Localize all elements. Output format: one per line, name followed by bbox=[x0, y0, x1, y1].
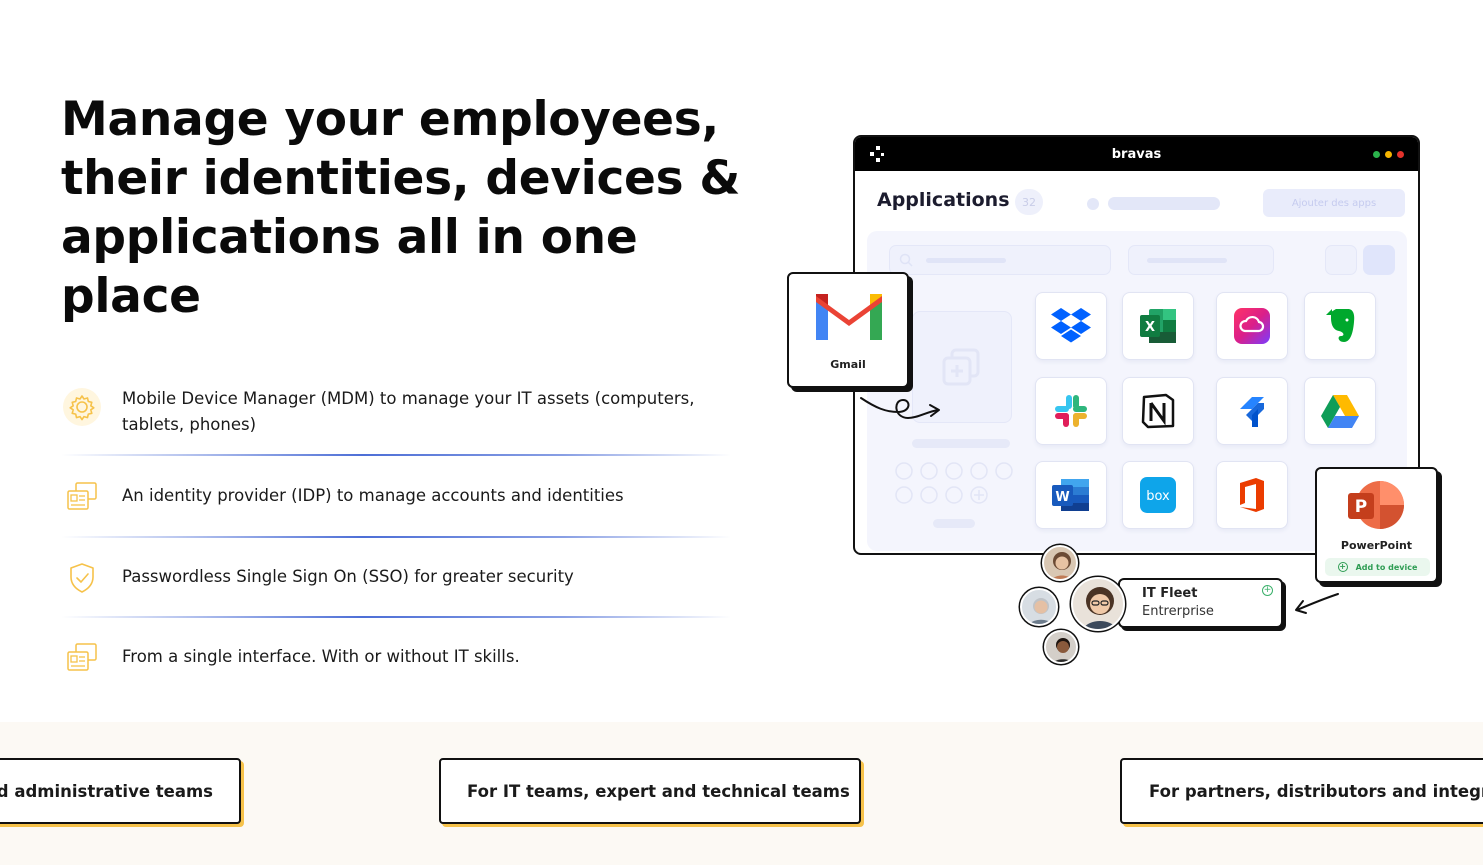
powerpoint-app-card: P PowerPoint + Add to device bbox=[1315, 467, 1438, 583]
google-drive-icon bbox=[1321, 395, 1359, 428]
feature-text: An identity provider (IDP) to manage acc… bbox=[122, 486, 624, 505]
avatar bbox=[1020, 588, 1058, 626]
placeholder-avatars bbox=[895, 462, 1013, 504]
bravas-logo-icon bbox=[870, 146, 884, 162]
powerpoint-icon: P bbox=[1348, 481, 1404, 529]
evernote-icon bbox=[1326, 309, 1355, 342]
tab-label: nd administrative teams bbox=[0, 781, 213, 801]
dropbox-tile bbox=[1035, 292, 1107, 360]
tab-partners[interactable]: For partners, distributors and integra bbox=[1120, 758, 1483, 824]
avatar bbox=[1071, 577, 1125, 631]
tab-label: For partners, distributors and integra bbox=[1149, 781, 1483, 801]
app-count-badge: 32 bbox=[1015, 189, 1043, 215]
placeholder-bar bbox=[912, 439, 1010, 448]
placeholder-dot bbox=[1087, 198, 1099, 210]
search-input-placeholder bbox=[889, 245, 1111, 275]
word-icon: W bbox=[1052, 479, 1089, 511]
gmail-icon bbox=[816, 294, 882, 340]
tab-label: For IT teams, expert and technical teams bbox=[467, 781, 850, 801]
creative-cloud-icon bbox=[1234, 308, 1270, 344]
word-tile: W bbox=[1035, 461, 1107, 529]
plus-circle-icon: + bbox=[1262, 585, 1273, 596]
fleet-title: IT Fleet bbox=[1142, 586, 1198, 601]
add-to-device-label: Add to device bbox=[1355, 562, 1418, 572]
creative-cloud-tile bbox=[1216, 292, 1288, 360]
feature-text: Mobile Device Manager (MDM) to manage yo… bbox=[122, 389, 695, 434]
slack-tile bbox=[1035, 377, 1107, 445]
jira-tile bbox=[1216, 377, 1288, 445]
slack-icon bbox=[1055, 395, 1087, 427]
office-icon bbox=[1240, 478, 1264, 512]
tab-administrative-teams[interactable]: nd administrative teams bbox=[0, 758, 241, 824]
gear-icon bbox=[61, 386, 103, 428]
search-icon bbox=[899, 253, 913, 267]
google-drive-tile bbox=[1304, 377, 1376, 445]
curly-arrow-icon bbox=[860, 397, 940, 420]
arrow-icon bbox=[1295, 593, 1339, 614]
divider bbox=[61, 536, 731, 538]
svg-text:box: box bbox=[1146, 489, 1170, 504]
view-toggle bbox=[1325, 245, 1357, 275]
hero-title: Manage your employees, their identities,… bbox=[61, 92, 740, 324]
identity-cards-icon bbox=[61, 476, 103, 518]
it-fleet-card: IT Fleet Entrerprise + bbox=[1118, 578, 1283, 628]
svg-text:W: W bbox=[1055, 490, 1069, 505]
office-tile bbox=[1216, 461, 1288, 529]
notion-icon bbox=[1141, 393, 1175, 429]
box-tile: box bbox=[1122, 461, 1194, 529]
window-controls bbox=[1373, 151, 1404, 158]
filter-placeholder bbox=[1128, 245, 1274, 275]
divider bbox=[61, 616, 731, 618]
view-toggle bbox=[1363, 245, 1395, 275]
jira-icon bbox=[1240, 397, 1264, 427]
window-titlebar: bravas bbox=[855, 137, 1418, 171]
shield-check-icon bbox=[61, 557, 103, 599]
add-to-device-button[interactable]: + Add to device bbox=[1325, 558, 1430, 576]
placeholder-bar bbox=[933, 519, 975, 528]
evernote-tile bbox=[1304, 292, 1376, 360]
window-title: bravas bbox=[1111, 146, 1162, 162]
dropbox-icon bbox=[1051, 308, 1091, 343]
svg-text:X: X bbox=[1145, 320, 1155, 335]
placeholder-bar bbox=[1108, 197, 1220, 210]
box-icon: box bbox=[1140, 477, 1176, 513]
svg-text:P: P bbox=[1355, 497, 1367, 517]
gmail-app-card: Gmail bbox=[787, 272, 909, 388]
identity-cards-icon bbox=[61, 637, 103, 679]
section-title: Applications bbox=[877, 189, 1010, 211]
feature-text: Passwordless Single Sign On (SSO) for gr… bbox=[122, 567, 574, 586]
plus-circle-icon: + bbox=[1337, 562, 1348, 572]
avatar bbox=[1044, 630, 1078, 664]
gmail-label: Gmail bbox=[830, 358, 866, 371]
divider bbox=[61, 454, 731, 456]
add-apps-button: Ajouter des apps bbox=[1263, 189, 1405, 217]
excel-tile: X bbox=[1122, 292, 1194, 360]
fleet-plan: Entrerprise bbox=[1142, 604, 1214, 619]
avatar bbox=[1042, 545, 1078, 581]
powerpoint-label: PowerPoint bbox=[1340, 539, 1413, 552]
tab-it-teams[interactable]: For IT teams, expert and technical teams bbox=[439, 758, 861, 824]
feature-text: From a single interface. With or without… bbox=[122, 647, 520, 666]
notion-tile bbox=[1122, 377, 1194, 445]
excel-icon: X bbox=[1140, 309, 1176, 343]
